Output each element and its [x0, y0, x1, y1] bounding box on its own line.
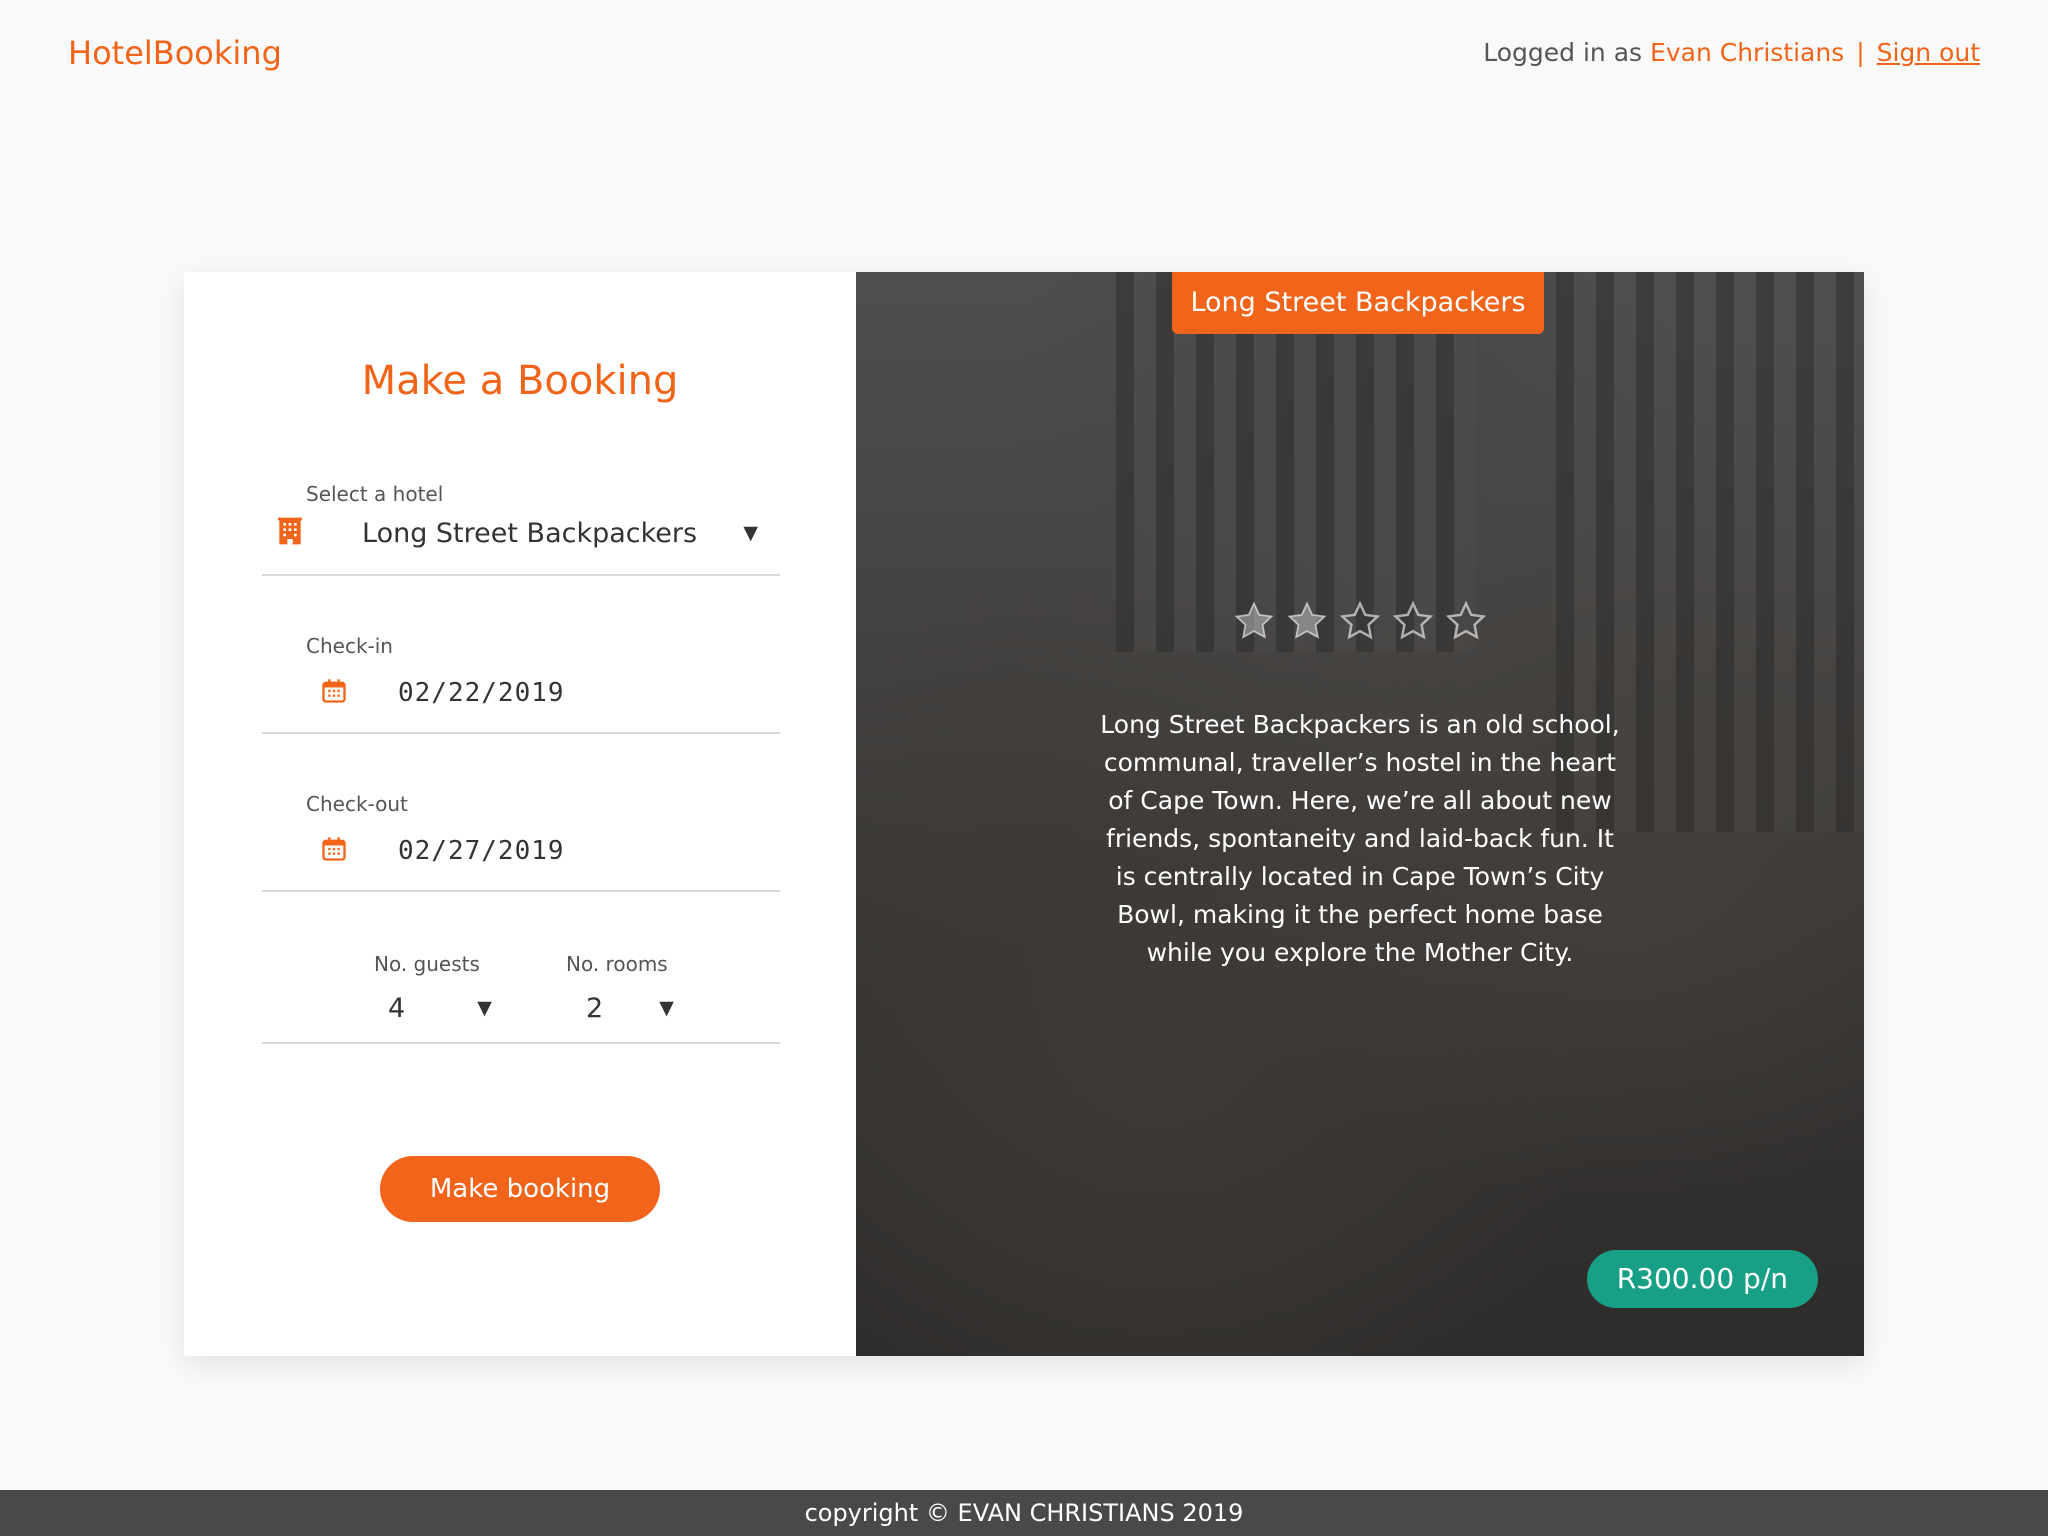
rooms-label: No. rooms [566, 952, 668, 976]
footer: copyright © EVAN CHRISTIANS 2019 [0, 1490, 2048, 1536]
user-name: Evan Christians [1650, 38, 1845, 67]
star-icon [1232, 600, 1276, 646]
checkout-label: Check-out [306, 792, 408, 816]
star-icon [1285, 600, 1329, 646]
calendar-icon [320, 835, 348, 867]
guests-select[interactable]: 4 ▼ [388, 984, 498, 1032]
hotel-photo: Long Street Backpackers Long Street Back… [856, 272, 1864, 1356]
form-title: Make a Booking [361, 358, 679, 404]
hotel-select[interactable]: Long Street Backpackers ▼ [262, 508, 780, 558]
star-icon [1444, 600, 1488, 646]
guests-value: 4 [388, 992, 406, 1024]
checkin-value: 02/22/2019 [398, 678, 565, 708]
hotel-select-value: Long Street Backpackers [362, 517, 698, 549]
calendar-icon [320, 677, 348, 709]
rooms-value: 2 [586, 992, 604, 1024]
checkin-input[interactable]: 02/22/2019 [262, 668, 780, 718]
checkin-field-underline [262, 732, 780, 734]
guests-label: No. guests [374, 952, 480, 976]
checkout-input[interactable]: 02/27/2019 [262, 826, 780, 876]
star-icon [1338, 600, 1382, 646]
booking-form: Make a Booking Select a hotel Long Stree… [184, 272, 856, 1356]
caret-down-icon: ▼ [477, 997, 492, 1019]
user-bar: Logged in as Evan Christians | Sign out [1483, 38, 1980, 67]
guests-rooms-underline [262, 1042, 780, 1044]
brand-logo[interactable]: HotelBooking [68, 34, 282, 72]
checkout-field-underline [262, 890, 780, 892]
price-badge: R300.00 p/n [1586, 1250, 1818, 1308]
sign-out-link[interactable]: Sign out [1877, 38, 1980, 67]
star-icon [1391, 600, 1435, 646]
caret-down-icon: ▼ [743, 522, 758, 544]
star-rating [856, 600, 1864, 646]
hotel-field-underline [262, 574, 780, 576]
caret-down-icon: ▼ [659, 997, 674, 1019]
checkout-value: 02/27/2019 [398, 836, 565, 866]
make-booking-button[interactable]: Make booking [380, 1156, 660, 1222]
user-bar-separator: | [1856, 38, 1865, 67]
hotel-select-label: Select a hotel [306, 482, 444, 506]
booking-card: Make a Booking Select a hotel Long Stree… [184, 272, 1864, 1356]
hotel-description: Long Street Backpackers is an old school… [1100, 710, 1620, 967]
hotel-name-tag: Long Street Backpackers [1172, 272, 1544, 334]
hotel-icon [274, 515, 306, 551]
rooms-select[interactable]: 2 ▼ [586, 984, 696, 1032]
checkin-label: Check-in [306, 634, 393, 658]
logged-in-prefix: Logged in as [1483, 38, 1643, 67]
